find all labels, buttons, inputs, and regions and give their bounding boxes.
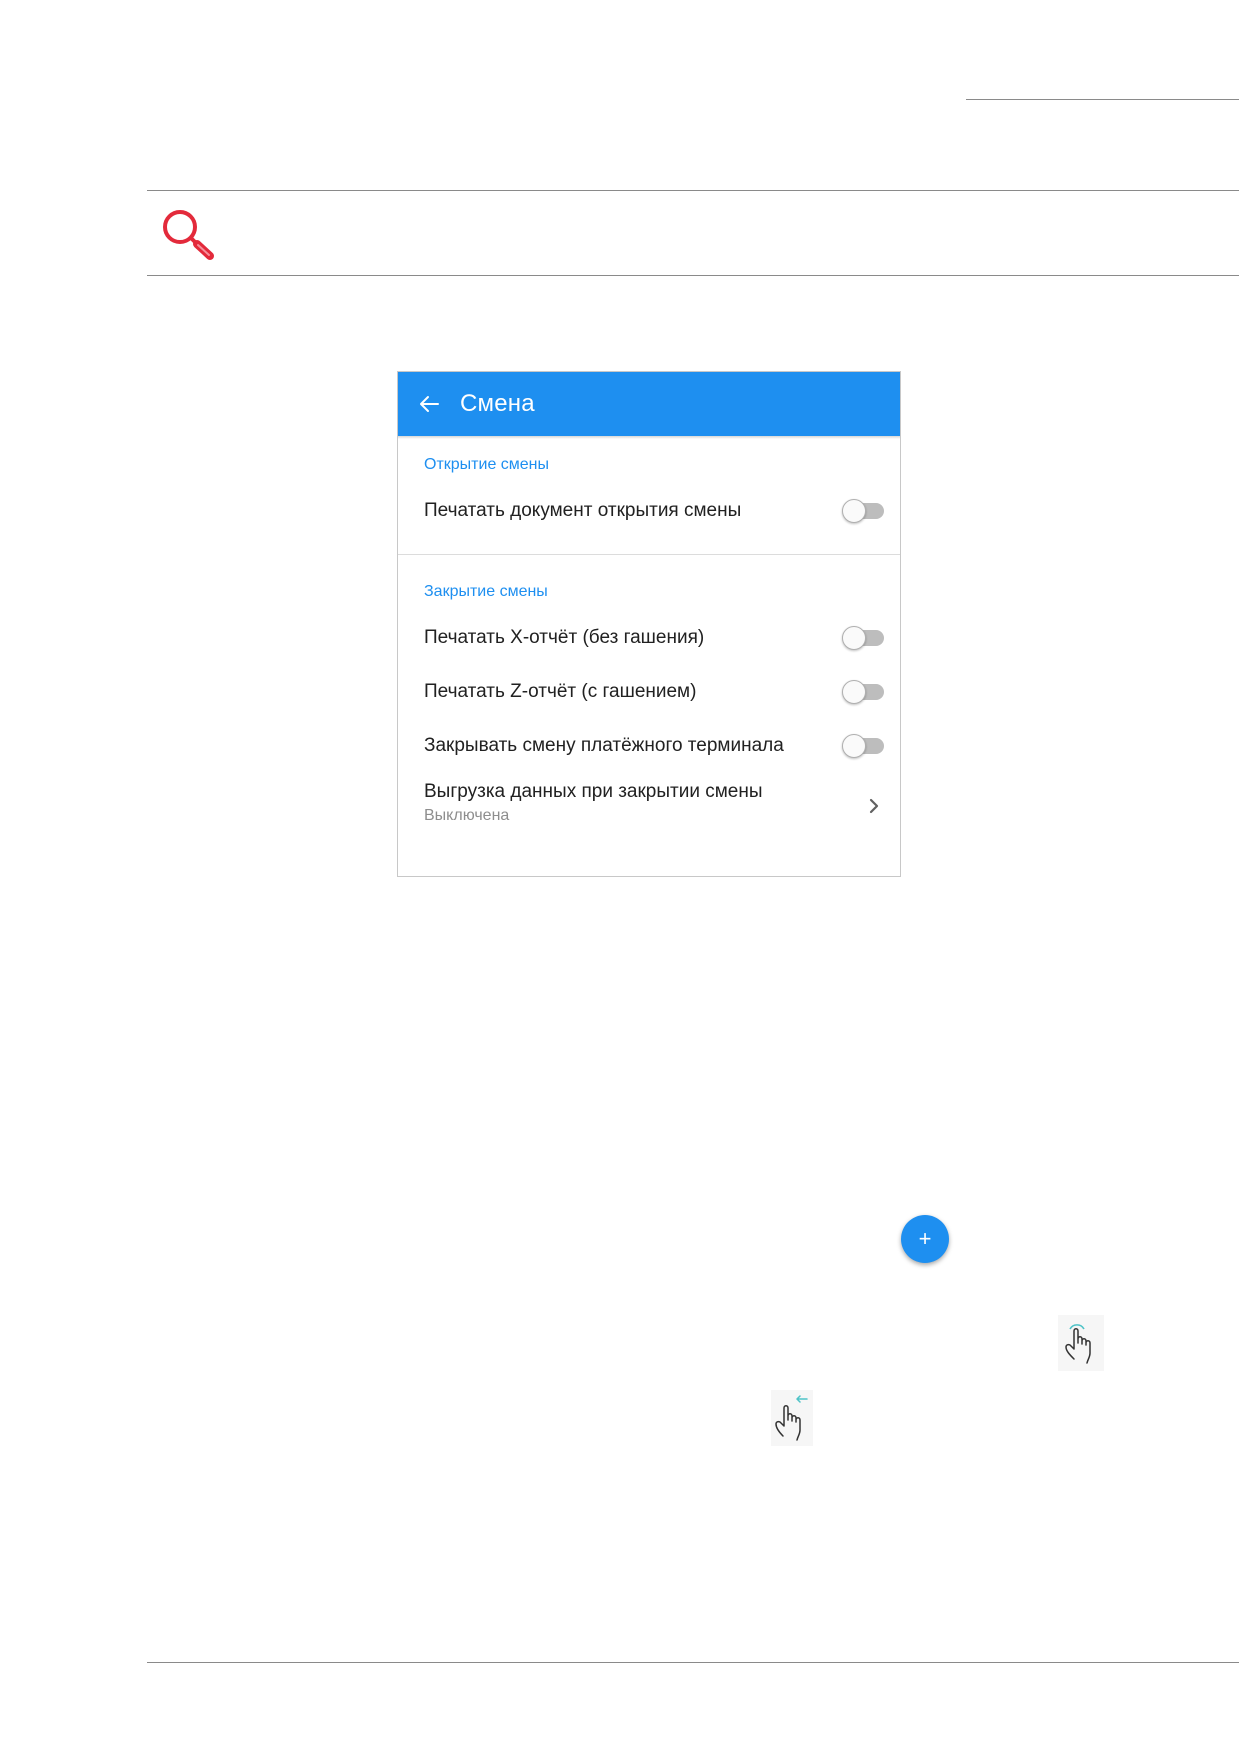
nav-item-label: Выгрузка данных при закрытии смены	[424, 781, 763, 802]
setting-print-z-report: Печатать Z-отчёт (с гашением)	[398, 665, 900, 719]
app-bar-shadow	[398, 436, 900, 439]
setting-label: Закрывать смену платёжного терминала	[424, 735, 784, 756]
note-rule-bottom	[147, 275, 1239, 276]
section-divider	[398, 554, 900, 555]
app-bar: Смена	[398, 372, 900, 436]
setting-label: Печатать X-отчёт (без гашения)	[424, 627, 705, 648]
toggle-close-terminal-shift[interactable]	[842, 734, 886, 758]
toggle-knob	[842, 680, 866, 704]
note-rule-top	[147, 190, 1239, 191]
hand-swipe-left-icon	[771, 1390, 813, 1446]
toggle-print-x-report[interactable]	[842, 626, 886, 650]
setting-label: Печатать Z-отчёт (с гашением)	[424, 681, 697, 702]
header-rule	[966, 99, 1239, 100]
setting-label: Печатать документ открытия смены	[424, 500, 742, 521]
footer-rule	[147, 1662, 1239, 1663]
shift-settings-screenshot: Смена Открытие смены Печатать документ о…	[397, 371, 901, 877]
magnifier-icon	[163, 210, 214, 260]
arrow-left-icon	[420, 396, 439, 412]
add-button[interactable]: +	[901, 1215, 949, 1263]
chevron-right-icon	[869, 798, 879, 814]
nav-item-subtitle: Выключена	[424, 807, 510, 824]
setting-print-x-report: Печатать X-отчёт (без гашения)	[398, 611, 900, 665]
screen-title: Смена	[460, 390, 535, 417]
setting-close-terminal-shift: Закрывать смену платёжного терминала	[398, 719, 900, 773]
setting-data-export-on-close[interactable]: Выгрузка данных при закрытии смены Выклю…	[398, 773, 900, 839]
toggle-knob	[842, 734, 866, 758]
section-title-shift-open: Открытие смены	[424, 456, 550, 473]
section-title-shift-close: Закрытие смены	[424, 583, 548, 600]
setting-print-open-document: Печатать документ открытия смены	[398, 484, 900, 538]
toggle-knob	[842, 499, 866, 523]
hand-tap-icon	[1058, 1315, 1104, 1371]
toggle-knob	[842, 626, 866, 650]
toggle-print-open-document[interactable]	[842, 499, 886, 523]
back-button[interactable]	[398, 372, 460, 436]
toggle-print-z-report[interactable]	[842, 680, 886, 704]
